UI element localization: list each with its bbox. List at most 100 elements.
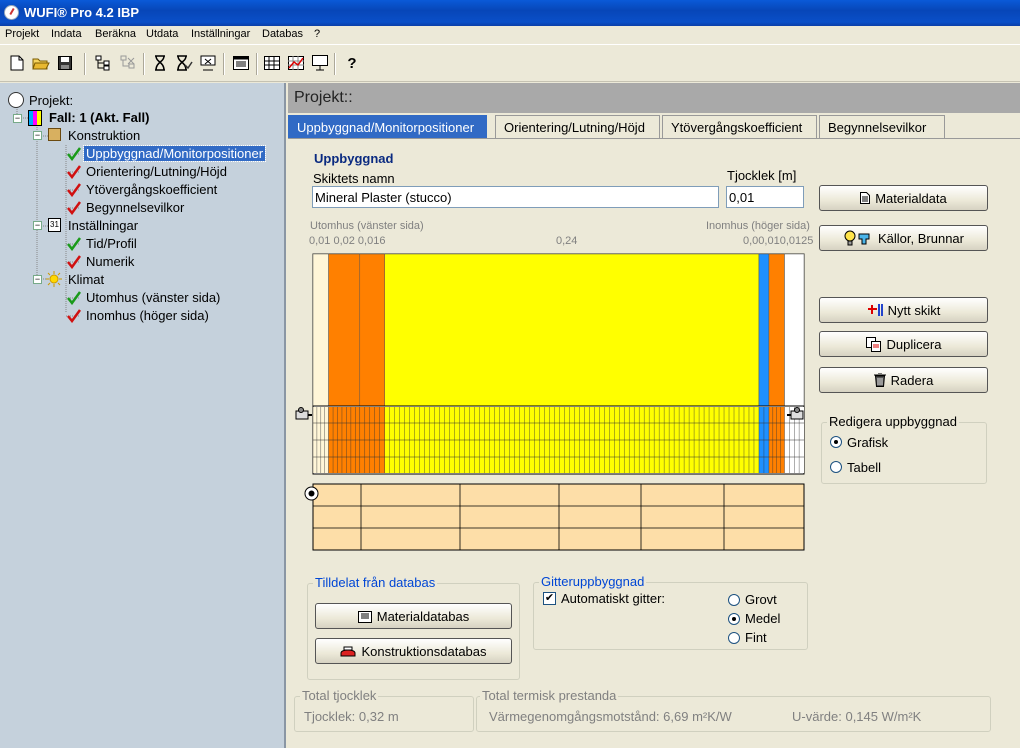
collapse-icon[interactable]: − [33, 131, 42, 140]
konstruktionsdatabas-button[interactable]: Konstruktionsdatabas [315, 638, 512, 664]
monitor-table [312, 483, 805, 551]
tree-item-begynnelsevilkor[interactable]: Begynnelsevilkor [86, 200, 184, 215]
chart-grid-icon[interactable] [286, 53, 306, 73]
thermal-label: Total termisk prestanda [480, 688, 619, 703]
tree-group-klimat[interactable]: Klimat [68, 272, 104, 287]
collapse-icon[interactable]: − [13, 114, 22, 123]
target-icon[interactable] [304, 486, 319, 501]
menu-installningar[interactable]: Inställningar [191, 28, 250, 40]
menu-databas[interactable]: Databas [262, 28, 303, 40]
project-header: Projekt:: [288, 83, 1020, 113]
menu-projekt[interactable]: Projekt [5, 28, 39, 40]
new-file-icon[interactable] [7, 53, 27, 73]
menu-utdata[interactable]: Utdata [146, 28, 178, 40]
menu-indata[interactable]: Indata [51, 28, 82, 40]
grafisk-radio[interactable] [830, 436, 842, 448]
tree-item-ytovergang[interactable]: Ytövergångskoefficient [86, 182, 217, 197]
window-list-icon[interactable] [231, 53, 251, 73]
radera-label: Radera [890, 372, 934, 388]
open-folder-icon[interactable] [31, 53, 51, 73]
toolbar: ? [0, 44, 1020, 82]
materialdatabas-button[interactable]: Materialdatabas [315, 603, 512, 629]
tab-orientering[interactable]: Orientering/Lutning/Höjd [495, 115, 660, 139]
grid-bars [312, 405, 805, 475]
edit-mode-label: Redigera uppbyggnad [827, 414, 959, 429]
hourglass-cross-icon[interactable] [198, 53, 218, 73]
collapse-icon[interactable]: − [33, 275, 42, 284]
tree-item-orientering[interactable]: Orientering/Lutning/Höjd [86, 164, 227, 179]
project-icon [8, 92, 24, 108]
grid-group-label: Gitteruppbyggnad [539, 574, 647, 589]
monitor-table-frame [312, 483, 805, 551]
tree-item-utomhus[interactable]: Utomhus (vänster sida) [86, 290, 220, 305]
menu-berakna[interactable]: Beräkna [95, 28, 136, 40]
case-icon [28, 110, 42, 126]
check-red-icon [67, 309, 81, 323]
tree-item-numerik[interactable]: Numerik [86, 254, 134, 269]
grid-icon[interactable] [262, 53, 282, 73]
layer-bar [384, 253, 760, 407]
fint-radio[interactable] [728, 632, 740, 644]
auto-grid-checkbox[interactable]: ✔ [543, 592, 556, 605]
thickness-label-right: 0,00,010,0125 [743, 235, 814, 247]
outdoor-monitor-icon[interactable] [295, 407, 313, 423]
hourglass-check-icon[interactable] [174, 53, 194, 73]
kallor-button[interactable]: Källor, Brunnar [819, 225, 988, 251]
main-panel: Projekt:: Uppbyggnad/Monitorpositioner O… [288, 83, 1020, 748]
tree-group-konstruktion[interactable]: Konstruktion [68, 128, 140, 143]
fint-label: Fint [745, 630, 767, 645]
layer-name-input[interactable]: Mineral Plaster (stucco) [312, 186, 719, 208]
materialdata-button[interactable]: Materialdata [819, 185, 988, 211]
medel-radio[interactable] [728, 613, 740, 625]
layer-bar [328, 253, 361, 407]
konstruktionsdatabas-label: Konstruktionsdatabas [361, 643, 487, 659]
tree-case[interactable]: Fall: 1 (Akt. Fall) [49, 110, 149, 125]
help-icon[interactable]: ? [342, 53, 362, 73]
grafisk-label: Grafisk [847, 435, 889, 450]
layer-name-label: Skiktets namn [313, 171, 395, 186]
check-green-icon [67, 237, 81, 251]
check-red-icon [67, 255, 81, 269]
construction-diagram[interactable] [288, 248, 808, 558]
tree-disabled-icon [118, 53, 138, 73]
menu-bar: Projekt Indata Beräkna Utdata Inställnin… [0, 26, 1020, 44]
thickness-label-middle: 0,24 [556, 235, 578, 247]
check-red-icon [67, 165, 81, 179]
database-group-label: Tilldelat från databas [313, 575, 438, 590]
total-thickness-value: Tjocklek: 0,32 m [304, 709, 399, 724]
hourglass-icon[interactable] [150, 53, 170, 73]
database-book-icon [357, 610, 372, 623]
tabell-radio[interactable] [830, 461, 842, 473]
edit-mode-group [821, 422, 987, 484]
nytt-skikt-button[interactable]: Nytt skikt [819, 297, 988, 323]
collapse-icon[interactable]: − [33, 221, 42, 230]
tree-item-inomhus[interactable]: Inomhus (höger sida) [86, 308, 209, 323]
materialdata-label: Materialdata [875, 190, 947, 206]
presentation-icon[interactable] [310, 53, 330, 73]
nytt-skikt-label: Nytt skikt [887, 302, 941, 318]
tabell-label: Tabell [847, 460, 881, 475]
tree-root[interactable]: Projekt: [29, 93, 73, 108]
medel-label: Medel [745, 611, 781, 626]
save-icon[interactable] [55, 53, 75, 73]
tab-uppbyggnad[interactable]: Uppbyggnad/Monitorpositioner [288, 115, 487, 139]
tree-icon[interactable] [93, 53, 113, 73]
tab-begynnelsevilkor[interactable]: Begynnelsevilkor [819, 115, 945, 139]
tab-ytovergang[interactable]: Ytövergångskoefficient [662, 115, 817, 139]
check-green-icon [67, 291, 81, 305]
toolbar-separator [223, 53, 225, 75]
tree-item-uppbyggnad[interactable]: Uppbyggnad/Monitorpositioner [82, 145, 267, 162]
duplicera-button[interactable]: Duplicera [819, 331, 988, 357]
section-title: Uppbyggnad [314, 151, 394, 166]
calendar-icon: 31 [48, 218, 61, 232]
radera-button[interactable]: Radera [819, 367, 988, 393]
layer-bar [359, 253, 385, 407]
toolbar-separator [334, 53, 336, 75]
tree-group-installningar[interactable]: Inställningar [68, 218, 138, 233]
menu-help[interactable]: ? [314, 28, 320, 40]
tree-item-tid-profil[interactable]: Tid/Profil [86, 236, 137, 251]
grovt-radio[interactable] [728, 594, 740, 606]
thickness-input[interactable]: 0,01 [726, 186, 804, 208]
project-tree: Projekt: − Fall: 1 (Akt. Fall) − Konstru… [0, 83, 286, 748]
indoor-monitor-icon[interactable] [787, 407, 805, 423]
